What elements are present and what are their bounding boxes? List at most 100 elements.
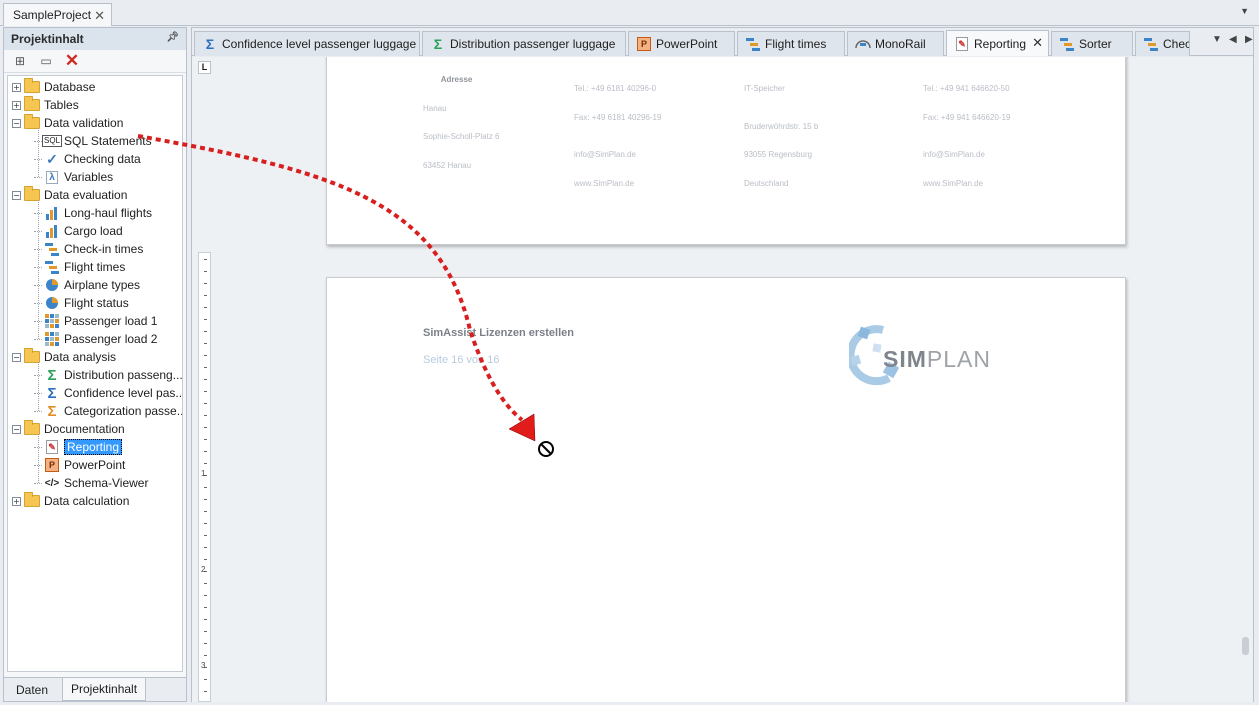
folder-icon <box>24 96 40 111</box>
tree-item-airplane-types[interactable]: Airplane types <box>34 276 140 294</box>
tree-folder-tables[interactable]: + Tables <box>12 96 79 114</box>
tree-item-label: Passenger load 2 <box>64 332 158 346</box>
ruler-number: 1 <box>201 469 206 478</box>
close-tab-icon[interactable]: ✕ <box>1032 35 1043 51</box>
ruler-tick <box>204 595 207 596</box>
tree-item-label: Flight status <box>64 296 129 310</box>
tree-item-label: Data evaluation <box>44 188 128 202</box>
tree-item-powerpoint[interactable]: P PowerPoint <box>34 456 125 474</box>
tree-item-categorization-passe[interactable]: Σ Categorization passe... <box>34 402 183 420</box>
close-icon[interactable]: ✕ <box>94 8 105 24</box>
address-heading: Adresse <box>440 74 473 84</box>
fax-line: Fax: +49 941 646620-19 <box>923 112 1011 122</box>
pin-icon[interactable]: 📌︎ <box>166 32 179 43</box>
tab-flight-times[interactable]: Flight times <box>737 31 845 56</box>
web-line: www.SimPlan.de <box>574 178 635 188</box>
pie-chart-icon <box>44 295 60 311</box>
tree-item-distribution-passeng[interactable]: Σ Distribution passeng... <box>34 366 182 384</box>
project-tree[interactable]: + Database + Tables − Data validation SQL SQL S… <box>7 75 183 672</box>
email-line: info@SimPlan.de <box>574 150 636 159</box>
report-preview[interactable]: L 1234567 123 Adresse Hanau Sophie-Schol… <box>192 57 1253 702</box>
tree-item-passenger-load-1[interactable]: Passenger load 1 <box>34 312 157 330</box>
sql-icon: SQL <box>42 135 63 147</box>
collapse-icon[interactable]: − <box>12 190 21 200</box>
tab-monorail[interactable]: MonoRail <box>847 31 944 56</box>
tree-item-check-in-times[interactable]: Check-in times <box>34 240 143 258</box>
pie-chart-icon <box>44 277 60 293</box>
ruler-tick <box>204 691 207 692</box>
expand-icon[interactable]: + <box>12 82 21 92</box>
vertical-ruler[interactable]: 1 2 3 <box>198 252 211 702</box>
tab-label: Flight times <box>765 37 827 51</box>
tree-item-passenger-load-2[interactable]: Passenger load 2 <box>34 330 157 348</box>
tree-item-reporting[interactable]: ✎ Reporting <box>34 438 123 456</box>
sigma-blue-icon: Σ <box>205 36 215 52</box>
tree-item-checking-data[interactable]: ✓ Checking data <box>34 150 141 168</box>
project-tab[interactable]: SampleProject ✕ <box>3 3 112 26</box>
ruler-tick <box>204 259 207 260</box>
tree-folder-data-evaluation[interactable]: − Data evaluation <box>12 186 127 204</box>
tree-item-schema-viewer[interactable]: </> Schema-Viewer <box>34 474 148 492</box>
tree-item-variables[interactable]: λ Variables <box>34 168 113 186</box>
ruler-tick <box>204 271 207 272</box>
ruler-tick <box>204 355 207 356</box>
tree-item-long-haul-flights[interactable]: Long-haul flights <box>34 204 152 222</box>
address-line: Bruderwöhrdstr. 15 b <box>744 121 819 131</box>
tree-item-label: Categorization passe... <box>64 404 183 418</box>
contact-column-regensburg: Tel.: +49 941 646620-50 Fax: +49 941 646… <box>923 65 1010 207</box>
rename-icon[interactable]: ▭ <box>38 53 54 69</box>
tree-item-label: Checking data <box>64 152 141 166</box>
project-content-panel: Projektinhalt 📌︎ ⊞ ▭ ✕ + Database + Tables −… <box>3 27 187 702</box>
tree-connector <box>38 362 39 411</box>
tree-folder-data-analysis[interactable]: − Data analysis <box>12 348 116 366</box>
tab-projektinhalt[interactable]: Projektinhalt <box>62 678 146 701</box>
tree-connector <box>38 128 39 177</box>
powerpoint-icon: P <box>636 36 652 52</box>
tree-folder-documentation[interactable]: − Documentation <box>12 420 125 438</box>
scrollbar-thumb[interactable] <box>1242 637 1249 655</box>
tree-item-label: Cargo load <box>64 224 123 238</box>
sigma-orange-icon: Σ <box>47 402 57 420</box>
collapse-icon[interactable]: − <box>12 118 21 128</box>
main-document-area: ▼ ◀ ▶ Σ Confidence level passenger luggag… <box>191 27 1254 702</box>
tab-daten[interactable]: Daten <box>8 678 56 701</box>
delete-icon[interactable]: ✕ <box>64 51 80 70</box>
tree-folder-database[interactable]: + Database <box>12 78 95 96</box>
report-page-15: Adresse Hanau Sophie-Scholl-Platz 6 6345… <box>326 57 1126 245</box>
ruler-tab-selector[interactable]: L <box>198 61 211 74</box>
folder-icon <box>24 78 40 93</box>
ruler-tick <box>204 391 207 392</box>
fax-line: Fax: +49 6181 40296-19 <box>574 112 662 122</box>
vertical-scrollbar[interactable] <box>1241 57 1251 702</box>
tree-item-confidence-level-pas[interactable]: Σ Confidence level pas... <box>34 384 183 402</box>
tree-item-sql-statements[interactable]: SQL SQL Statements <box>34 132 152 150</box>
tree-item-flight-times[interactable]: Flight times <box>34 258 125 276</box>
tab-powerpoint[interactable]: P PowerPoint <box>628 31 735 56</box>
collapse-icon[interactable]: − <box>12 352 21 362</box>
tree-folder-data-calculation[interactable]: + Data calculation <box>12 492 129 510</box>
tree-item-label: Confidence level pas... <box>64 386 183 400</box>
chevron-down-icon[interactable]: ▼ <box>1240 6 1249 16</box>
tree-item-label: Passenger load 1 <box>64 314 158 328</box>
tab-chec[interactable]: Chec <box>1135 31 1190 56</box>
collapse-icon[interactable]: − <box>12 424 21 434</box>
expand-icon[interactable]: + <box>12 100 21 110</box>
tab-confidence-level-passenger-luggage[interactable]: Σ Confidence level passenger luggage <box>194 31 420 56</box>
tree-folder-data-validation[interactable]: − Data validation <box>12 114 123 132</box>
tab-list-dropdown-icon[interactable]: ▼ <box>1212 34 1222 45</box>
tree-item-label: Variables <box>64 170 114 184</box>
tab-scroll-right-icon[interactable]: ▶ <box>1245 34 1253 45</box>
tree-item-cargo-load[interactable]: Cargo load <box>34 222 123 240</box>
tab-scroll-left-icon[interactable]: ◀ <box>1229 34 1237 45</box>
tab-reporting[interactable]: ✎ Reporting ✕ <box>946 30 1049 56</box>
tree-item-label: Tables <box>44 98 79 112</box>
checkmark-icon: ✓ <box>46 150 58 167</box>
tab-distribution-passenger-luggage[interactable]: Σ Distribution passenger luggage <box>422 31 626 56</box>
expand-all-icon[interactable]: ⊞ <box>12 53 28 69</box>
tree-item-flight-status[interactable]: Flight status <box>34 294 129 312</box>
ruler-tick <box>204 307 207 308</box>
ruler-tick <box>204 487 207 488</box>
tree-item-label: Database <box>44 80 96 94</box>
expand-icon[interactable]: + <box>12 496 21 506</box>
tab-sorter[interactable]: Sorter <box>1051 31 1133 56</box>
